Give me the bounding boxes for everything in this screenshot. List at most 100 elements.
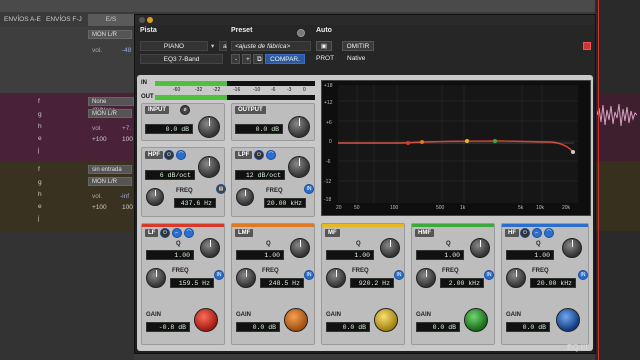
close-icon[interactable] xyxy=(139,17,145,23)
freq-display[interactable]: 159.5 Hz xyxy=(170,278,214,288)
gain-display[interactable]: -0.8 dB xyxy=(146,322,190,332)
lpf-slope-knob[interactable] xyxy=(288,156,310,178)
clip-indicator[interactable] xyxy=(583,42,591,50)
output-gain-knob[interactable] xyxy=(288,116,310,138)
input-module: INPUT ø 0.0 dB xyxy=(141,103,225,141)
settings-icon[interactable] xyxy=(297,29,305,37)
q-display[interactable]: 1.00 xyxy=(146,250,194,260)
target-button[interactable]: PROT xyxy=(316,55,334,62)
gain-knob[interactable] xyxy=(284,308,308,332)
lpf-freq-knob[interactable] xyxy=(236,188,254,206)
band-in-button[interactable]: IN xyxy=(214,270,224,280)
input-selector[interactable]: sin entrada xyxy=(88,165,132,174)
input-gain-knob[interactable] xyxy=(198,116,220,138)
insert-selector[interactable]: EQ3 7-Band xyxy=(140,54,223,64)
plugin-header: Pista Preset Auto PIANO ▾ a EQ3 7-Band <… xyxy=(135,25,595,81)
lpf-in-button[interactable]: IN xyxy=(304,184,314,194)
hpf-freq-display[interactable]: 437.6 Hz xyxy=(174,198,216,208)
freq-knob[interactable] xyxy=(326,268,346,288)
band-enable-button[interactable]: ⏻ xyxy=(160,228,170,238)
output-gain-display[interactable]: 0.0 dB xyxy=(235,124,283,134)
lpf-freq-display[interactable]: 20.00 kHz xyxy=(264,198,306,208)
q-knob[interactable] xyxy=(200,238,220,258)
compare-button[interactable]: COMPAR. xyxy=(265,54,305,64)
freq-display[interactable]: 2.00 kHz xyxy=(440,278,484,288)
gain-display[interactable]: 0.0 dB xyxy=(326,322,370,332)
q-knob[interactable] xyxy=(470,238,490,258)
input-selector[interactable]: None (2)/None xyxy=(88,97,134,114)
freq-display[interactable]: 20.00 kHz xyxy=(530,278,576,288)
plugin-body: IN OUT -60 -32 -22 -16 -10 -6 -3 0 INPUT… xyxy=(137,75,593,351)
minimize-icon[interactable] xyxy=(147,17,153,23)
gain-knob[interactable] xyxy=(556,308,580,332)
band-in-button[interactable]: IN xyxy=(578,270,588,280)
automation-icon[interactable]: ▣ xyxy=(316,41,332,51)
hpf-slope-knob[interactable] xyxy=(198,156,220,178)
bell-icon[interactable]: ⌒ xyxy=(184,228,194,238)
band-enable-button[interactable]: ⏻ xyxy=(520,228,530,238)
band-in-button[interactable]: IN xyxy=(394,270,404,280)
hpf-enable-button[interactable]: ⏻ xyxy=(164,150,174,160)
band-title: LF xyxy=(145,229,159,237)
track-selector[interactable]: PIANO xyxy=(140,41,208,51)
gain-display[interactable]: 0.0 dB xyxy=(416,322,460,332)
send-letter: j xyxy=(38,215,40,222)
output-title: OUTPUT xyxy=(235,106,266,114)
phase-invert-icon[interactable]: ø xyxy=(180,105,190,115)
send-letter: h xyxy=(38,123,42,130)
graph-x-label: 1k xyxy=(460,205,466,211)
freq-knob[interactable] xyxy=(506,268,526,288)
q-label: Q xyxy=(266,241,271,247)
output-selector[interactable]: MON L/R xyxy=(88,177,132,186)
q-knob[interactable] xyxy=(562,238,582,258)
q-knob[interactable] xyxy=(380,238,400,258)
q-knob[interactable] xyxy=(290,238,310,258)
q-display[interactable]: 1.00 xyxy=(236,250,284,260)
gain-display[interactable]: 0.0 dB xyxy=(506,322,550,332)
output-selector[interactable]: MON L/R xyxy=(88,30,132,39)
bypass-button[interactable]: OMITIR xyxy=(342,41,374,51)
freq-display[interactable]: 920.2 Hz xyxy=(350,278,394,288)
shelf-icon[interactable]: ⌐ xyxy=(532,228,542,238)
playhead[interactable] xyxy=(598,0,599,360)
shelf-icon[interactable]: ⌐ xyxy=(172,228,182,238)
lpf-shape-icon[interactable]: ⌒ xyxy=(266,150,276,160)
hpf-link-icon[interactable]: ▤ xyxy=(216,184,226,194)
freq-display[interactable]: 248.5 Hz xyxy=(260,278,304,288)
graph-y-label: 0 xyxy=(329,139,332,145)
q-display[interactable]: 1.00 xyxy=(416,250,464,260)
band-in-button[interactable]: IN xyxy=(304,270,314,280)
region[interactable] xyxy=(595,161,640,231)
gain-knob[interactable] xyxy=(374,308,398,332)
insert-slot-selector[interactable]: a xyxy=(219,41,227,51)
gain-display[interactable]: 0.0 dB xyxy=(236,322,280,332)
band-module-mf: MF Q 1.00 FREQ 920.2 Hz IN GAIN 0.0 dB xyxy=(321,223,405,345)
gain-label: GAIN xyxy=(506,312,521,318)
q-display[interactable]: 1.00 xyxy=(326,250,374,260)
preset-selector[interactable]: <ajuste de fábrica> xyxy=(231,41,311,51)
input-gain-display[interactable]: 0.0 dB xyxy=(145,124,193,134)
eq-curve-graph[interactable]: +18 +12 +6 0 -6 -12 -18 20 50 100 500 1k… xyxy=(321,80,591,216)
hpf-freq-knob[interactable] xyxy=(146,188,164,206)
send-letter: j xyxy=(38,147,40,154)
q-display[interactable]: 1.00 xyxy=(506,250,554,260)
lpf-slope-display[interactable]: 12 dB/oct xyxy=(235,170,285,180)
meter-scale: -32 xyxy=(195,87,203,93)
lpf-enable-button[interactable]: ⏻ xyxy=(254,150,264,160)
preset-next-button[interactable]: + xyxy=(242,54,251,64)
hpf-shape-icon[interactable]: ⌒ xyxy=(176,150,186,160)
output-selector[interactable]: MON L/R xyxy=(88,109,132,118)
send-letter: g xyxy=(38,179,42,186)
chevron-down-icon[interactable]: ▾ xyxy=(211,42,214,50)
freq-knob[interactable] xyxy=(416,268,436,288)
freq-knob[interactable] xyxy=(146,268,166,288)
title-bar[interactable] xyxy=(135,15,595,25)
band-in-button[interactable]: IN xyxy=(484,270,494,280)
freq-knob[interactable] xyxy=(236,268,256,288)
copy-icon[interactable]: ⧉ xyxy=(253,54,263,64)
bell-icon[interactable]: ⌒ xyxy=(544,228,554,238)
hpf-slope-display[interactable]: 6 dB/oct xyxy=(145,170,195,180)
preset-prev-button[interactable]: - xyxy=(231,54,240,64)
gain-knob[interactable] xyxy=(464,308,488,332)
gain-knob[interactable] xyxy=(194,308,218,332)
